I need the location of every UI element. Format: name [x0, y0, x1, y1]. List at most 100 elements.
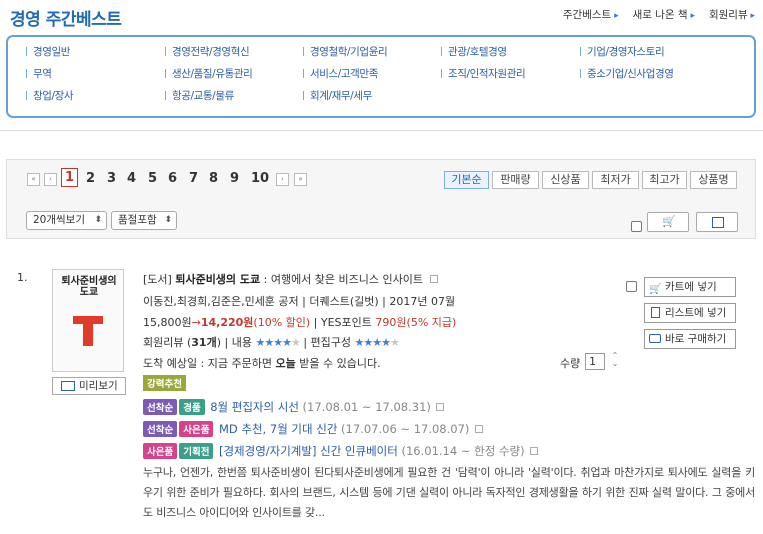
page-3[interactable]: 3 [107, 171, 116, 186]
quantity-stepper[interactable]: ⌃ ⌄ [609, 352, 621, 370]
review-close: ) [216, 336, 222, 349]
promo-period: (16.01.14 ~ 한정 수량) [397, 444, 525, 458]
new-window-icon[interactable] [429, 275, 438, 283]
link-weekly-best[interactable]: 주간베스트 [563, 7, 619, 22]
select-all-checkbox[interactable] [631, 221, 642, 232]
category-link[interactable]: 중소기업/신사업경영 [580, 63, 674, 85]
discount-rate: (10% 할인) [253, 316, 311, 329]
next-page-button[interactable]: › [276, 173, 289, 186]
promo-link[interactable]: 8월 편집자의 시선 [210, 400, 299, 414]
book-title[interactable]: 퇴사준비생의 도쿄 [175, 273, 260, 286]
item-checkbox[interactable] [626, 281, 637, 292]
category-link[interactable]: 생산/품질/유통관리 [165, 63, 253, 85]
delivery-day: 오늘 [275, 357, 296, 370]
buy-label: 바로 구매하기 [665, 333, 727, 345]
sort-lowest-price[interactable]: 최저가 [592, 171, 639, 189]
prev-page-button[interactable]: ‹ [44, 173, 57, 186]
category-link[interactable]: 창업/장사 [26, 85, 74, 107]
page-9[interactable]: 9 [230, 171, 239, 186]
book-icon [61, 381, 75, 391]
layout-rating-stars: ★★★★★ [355, 336, 400, 349]
add-to-list-button[interactable]: 리스트에 넣기 [644, 303, 736, 323]
category-link[interactable]: 조직/인적자원관리 [441, 63, 526, 85]
promo-row-1: 선착순 경품 8월 편집자의 시선 (17.08.01 ~ 17.08.31) [143, 399, 445, 415]
divider [0, 130, 763, 131]
cart-label: 카트에 넣기 [665, 281, 717, 293]
sort-highest-price[interactable]: 최고가 [642, 171, 687, 189]
category-link[interactable]: 기업/경영자스토리 [580, 41, 673, 63]
page-1[interactable]: 1 [61, 168, 79, 187]
quantity-input[interactable]: 1 [585, 353, 605, 370]
category-column-5: 기업/경영자스토리 중소기업/신사업경영 [580, 41, 674, 85]
star-icon: ★ [282, 336, 292, 349]
category-link[interactable]: 경영전략/경영혁신 [165, 41, 252, 63]
promo-period: (17.07.06 ~ 17.08.07) [337, 422, 470, 436]
points-label: YES포인트 [320, 316, 372, 329]
star-icon: ★ [255, 336, 265, 349]
promo-link[interactable]: [경제경영/자기계발] 신간 인큐베이터 [219, 444, 398, 458]
promo-link[interactable]: MD 추천, 7월 기대 신간 [219, 422, 337, 436]
page-8[interactable]: 8 [209, 171, 218, 186]
category-link[interactable]: 경영일반 [26, 41, 73, 63]
review-count[interactable]: 31개 [191, 336, 216, 349]
book-authors[interactable]: 이동진,최경희,김준은,민세훈 공저 [143, 295, 299, 308]
first-page-button[interactable]: « [27, 173, 40, 186]
list-label: 리스트에 넣기 [665, 307, 727, 319]
category-column-4: 관광/호텔경영 조직/인적자원관리 [441, 41, 526, 85]
sort-new[interactable]: 신상품 [542, 171, 589, 189]
page-10[interactable]: 10 [251, 171, 269, 186]
category-link[interactable]: 관광/호텔경영 [441, 41, 525, 63]
promo-tag: 기획전 [179, 443, 214, 459]
promo-tag: 경품 [179, 399, 205, 415]
promo-tag: 사은품 [143, 443, 178, 459]
category-link[interactable]: 회계/재무/세무 [303, 85, 387, 107]
category-link[interactable]: 항공/교통/물류 [165, 85, 252, 107]
page-2[interactable]: 2 [86, 171, 95, 186]
book-publisher[interactable]: 더퀘스트(길벗) [309, 295, 378, 308]
sort-default[interactable]: 기본순 [444, 171, 489, 189]
buy-now-button[interactable]: 바로 구매하기 [644, 329, 736, 349]
page-4[interactable]: 4 [127, 171, 136, 186]
star-icon: ★ [264, 336, 274, 349]
cover-graphic [83, 324, 93, 346]
points-value: 790원 [375, 316, 407, 329]
page-title: 경영 주간베스트 [10, 10, 122, 30]
content-rating-stars: ★★★★★ [255, 336, 300, 349]
rank: 1. [17, 271, 28, 284]
bulk-cart-button[interactable]: 🛒 [647, 212, 689, 232]
per-page-select[interactable]: 20개씩보기 [26, 211, 107, 230]
last-page-button[interactable]: » [294, 173, 307, 186]
promo-tag: 선착순 [143, 421, 178, 437]
top-links: 주간베스트 새로 나온 책 회원리뷰 [563, 7, 755, 22]
star-icon: ★ [381, 336, 391, 349]
category-link[interactable]: 서비스/고객만족 [303, 63, 387, 85]
bulk-list-button[interactable] [696, 212, 738, 232]
add-to-cart-button[interactable]: 🛒 카트에 넣기 [644, 277, 736, 297]
promo-row-3: 사은품 기획전 [경제경영/자기계발] 신간 인큐베이터 (16.01.14 ~ … [143, 443, 539, 459]
new-window-icon[interactable] [530, 447, 539, 455]
preview-button[interactable]: 미리보기 [52, 377, 126, 395]
link-new-books[interactable]: 새로 나온 책 [633, 7, 695, 22]
new-window-icon[interactable] [436, 403, 445, 411]
quantity-label: 수량 [560, 357, 581, 370]
page-7[interactable]: 7 [189, 171, 198, 186]
book-cover[interactable]: 퇴사준비생의 도쿄 [52, 269, 124, 372]
star-icon: ★ [363, 336, 373, 349]
page-6[interactable]: 6 [168, 171, 177, 186]
stock-filter-select[interactable]: 품절포함 [111, 211, 177, 230]
category-link[interactable]: 무역 [26, 63, 73, 85]
delivery-text: 도착 예상일 : 지금 주문하면 [143, 357, 276, 370]
link-member-review[interactable]: 회원리뷰 [709, 7, 755, 22]
new-window-icon[interactable] [474, 425, 483, 433]
promo-period: (17.08.01 ~ 17.08.31) [298, 400, 431, 414]
category-column-2: 경영전략/경영혁신 생산/품질/유통관리 항공/교통/물류 [165, 41, 253, 107]
cart-icon: 🛒 [662, 215, 676, 228]
points-rate: (5% 지급) [406, 316, 457, 329]
sort-sales[interactable]: 판매량 [492, 171, 539, 189]
book-subtitle: : 여행에서 찾은 비즈니스 인사이트 [260, 273, 423, 286]
category-link[interactable]: 경영철학/기업윤리 [303, 41, 388, 63]
preview-label: 미리보기 [79, 380, 118, 392]
page-5[interactable]: 5 [148, 171, 157, 186]
sort-name[interactable]: 상품명 [690, 171, 737, 189]
recommend-badge: 강력추천 [143, 375, 186, 391]
